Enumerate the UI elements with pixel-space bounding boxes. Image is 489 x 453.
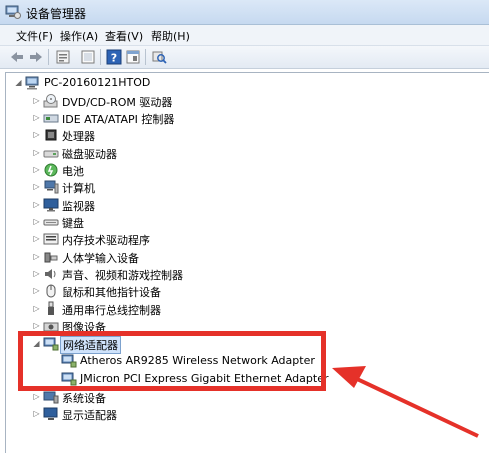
expand-arrow-icon[interactable]: ▷ — [32, 269, 41, 279]
expand-arrow-icon[interactable]: ▷ — [32, 200, 41, 210]
tree-category[interactable]: ▷ 内存技术驱动程序 — [32, 231, 332, 248]
category-label: 键盘 — [62, 217, 84, 230]
expand-arrow-icon[interactable]: ▷ — [32, 304, 41, 314]
expand-arrow-icon[interactable]: ▷ — [32, 217, 41, 227]
forward-arrow-icon[interactable] — [28, 49, 44, 65]
device-manager-window: 设备管理器 文件(F) 操作(A) 查看(V) 帮助(H) ? ◢ PC-201… — [0, 0, 489, 453]
ide-controller-icon — [43, 114, 59, 123]
list-view-icon[interactable] — [80, 49, 96, 65]
expand-arrow-icon[interactable]: ▷ — [32, 409, 41, 419]
monitor-icon — [43, 198, 59, 212]
scan-hardware-icon[interactable] — [151, 49, 167, 65]
menu-action[interactable]: 操作(A) — [60, 28, 98, 44]
computer-icon — [25, 76, 39, 90]
category-label: DVD/CD-ROM 驱动器 — [62, 96, 173, 109]
tree-category[interactable]: ▷ 电池 — [32, 162, 332, 179]
system-device-icon — [43, 391, 59, 404]
tree-category[interactable]: ▷ 处理器 — [32, 127, 332, 144]
speaker-icon — [45, 269, 56, 279]
expand-arrow-icon[interactable]: ▷ — [32, 182, 41, 192]
expand-arrow-icon[interactable]: ▷ — [32, 148, 41, 158]
display-adapter-icon — [43, 407, 58, 420]
menu-file[interactable]: 文件(F) — [16, 28, 53, 44]
tree-category[interactable]: ▷ IDE ATA/ATAPI 控制器 — [32, 110, 332, 127]
expand-arrow-icon[interactable]: ▷ — [32, 252, 41, 262]
svg-text:?: ? — [111, 52, 117, 65]
disk-drive-icon — [43, 150, 59, 158]
collapse-arrow-icon[interactable]: ◢ — [14, 78, 23, 88]
category-label: 声音、视频和游戏控制器 — [62, 269, 183, 282]
usb-icon — [48, 301, 54, 315]
memory-driver-icon — [43, 233, 59, 245]
tree-category[interactable]: ▷ 磁盘驱动器 — [32, 145, 332, 162]
category-label: 内存技术驱动程序 — [62, 234, 150, 247]
category-label: 显示适配器 — [62, 409, 117, 422]
computer-icon — [44, 180, 59, 194]
tree-category[interactable]: ▷ 监视器 — [32, 197, 332, 214]
menu-help[interactable]: 帮助(H) — [151, 28, 190, 44]
expand-arrow-icon[interactable]: ▷ — [32, 392, 41, 402]
category-label: 通用串行总线控制器 — [62, 304, 161, 317]
dvd-drive-icon — [43, 94, 58, 108]
toolbar-separator — [100, 49, 101, 65]
expand-arrow-icon[interactable]: ▷ — [32, 234, 41, 244]
category-label: 处理器 — [62, 130, 95, 143]
toolbar-separator — [48, 49, 49, 65]
category-label: 鼠标和其他指针设备 — [62, 286, 161, 299]
category-label: 电池 — [62, 165, 84, 178]
keyboard-icon — [43, 219, 59, 226]
processor-icon — [45, 129, 57, 141]
title-bar: 设备管理器 — [0, 0, 489, 25]
window-title: 设备管理器 — [26, 7, 87, 21]
tree-category[interactable]: ▷ 键盘 — [32, 214, 332, 231]
battery-icon — [44, 163, 58, 177]
toolbar: ? — [0, 45, 489, 69]
category-label: 监视器 — [62, 200, 95, 213]
category-label: 人体学输入设备 — [62, 252, 139, 265]
toolbar-separator — [145, 49, 146, 65]
category-label: 磁盘驱动器 — [62, 148, 117, 161]
tree-category[interactable]: ▷ 声音、视频和游戏控制器 — [32, 266, 332, 283]
tree-category[interactable]: ▷ 系统设备 — [32, 389, 332, 406]
category-label: 计算机 — [62, 182, 95, 195]
expand-arrow-icon[interactable]: ▷ — [32, 130, 41, 140]
tree-category[interactable]: ▷ DVD/CD-ROM 驱动器 — [32, 93, 332, 110]
expand-arrow-icon[interactable]: ▷ — [32, 286, 41, 296]
device-manager-icon — [5, 5, 21, 19]
category-label: 系统设备 — [62, 392, 106, 405]
help-icon[interactable]: ? — [106, 49, 122, 65]
expand-arrow-icon[interactable]: ▷ — [32, 96, 41, 106]
tree-category[interactable]: ▷ 通用串行总线控制器 — [32, 301, 332, 318]
tree-root[interactable]: ◢ PC-20160121HTOD — [14, 75, 314, 92]
mouse-icon — [46, 284, 56, 298]
menu-view[interactable]: 查看(V) — [105, 28, 143, 44]
tree-category[interactable]: ▷ 人体学输入设备 — [32, 249, 332, 266]
tree-category[interactable]: ▷ 鼠标和其他指针设备 — [32, 283, 332, 300]
expand-arrow-icon[interactable]: ▷ — [32, 113, 41, 123]
expand-arrow-icon[interactable]: ▷ — [32, 321, 41, 331]
tree-category[interactable]: ▷ 显示适配器 — [32, 406, 332, 423]
tree-root-label: PC-20160121HTOD — [44, 76, 151, 89]
tree-category[interactable]: ▷ 计算机 — [32, 179, 332, 196]
category-label: IDE ATA/ATAPI 控制器 — [62, 113, 175, 126]
menu-bar: 文件(F) 操作(A) 查看(V) 帮助(H) — [0, 25, 489, 45]
properties-icon[interactable] — [55, 49, 71, 65]
hid-device-icon — [44, 252, 58, 263]
back-arrow-icon[interactable] — [9, 49, 25, 65]
expand-arrow-icon[interactable]: ▷ — [32, 165, 41, 175]
view-panel-icon[interactable] — [125, 49, 141, 65]
device-tree: ◢ PC-20160121HTOD ▷ DVD/CD-ROM 驱动器 ▷ IDE… — [5, 72, 489, 453]
highlight-box — [18, 331, 326, 391]
